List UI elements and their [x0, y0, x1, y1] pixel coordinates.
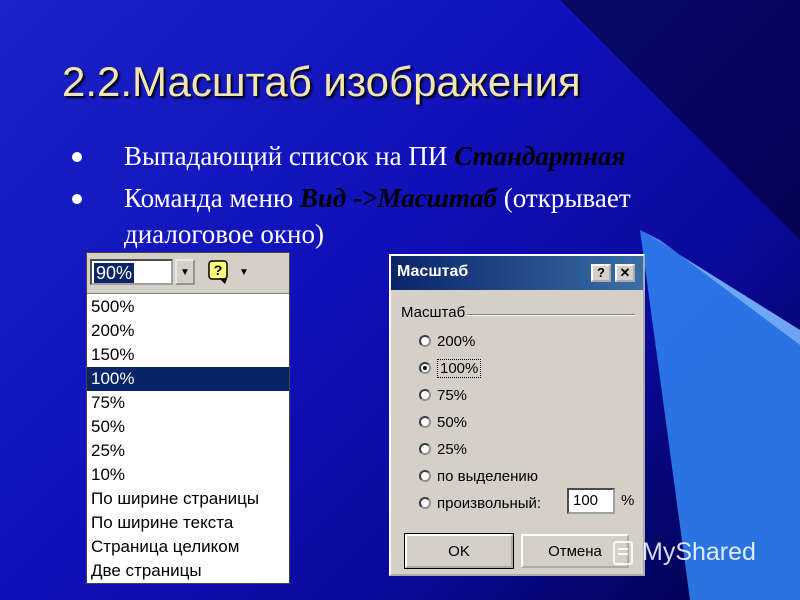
radio-200[interactable]: 200% [419, 330, 475, 352]
help-button[interactable]: ? [203, 257, 235, 287]
svg-text:?: ? [214, 262, 223, 278]
radio-75[interactable]: 75% [419, 384, 467, 406]
radio-label: 200% [437, 332, 476, 350]
bullet-text: Команда меню [124, 183, 300, 213]
watermark-logo-icon [613, 540, 633, 565]
zoom-dropdown-list: 500% 200% 150% 100% 75% 50% 25% 10% По ш… [87, 295, 289, 583]
radio-button-icon [419, 335, 431, 347]
bullet-dot-icon [72, 152, 82, 162]
group-divider [467, 314, 635, 316]
chevron-down-icon[interactable]: ▼ [175, 259, 195, 285]
custom-zoom-input[interactable]: 100 [567, 488, 615, 514]
dialog-titlebar: Масштаб ? ✕ [391, 256, 643, 290]
radio-100[interactable]: 100% [419, 357, 482, 379]
radio-label: по выделению [437, 467, 538, 485]
radio-button-icon [419, 416, 431, 428]
radio-label: произвольный: [437, 494, 542, 512]
radio-label: 50% [437, 413, 468, 431]
radio-button-icon [419, 470, 431, 482]
zoom-option-whole-page[interactable]: Страница целиком [87, 535, 289, 559]
slide-title: 2.2.Масштаб изображения [62, 58, 581, 105]
close-icon[interactable]: ✕ [615, 264, 635, 282]
bullet-dot-icon [72, 194, 82, 204]
radio-25[interactable]: 25% [419, 438, 467, 460]
bullet-item: Выпадающий список на ПИ Стандартная [72, 138, 752, 174]
percent-label: % [621, 492, 635, 509]
watermark-text: MyShared [642, 538, 756, 566]
zoom-option-page-width[interactable]: По ширине страницы [87, 487, 289, 511]
radio-button-checked-icon [419, 362, 431, 374]
bullet-emphasis: Стандартная [454, 141, 626, 171]
zoom-option-50[interactable]: 50% [87, 415, 289, 439]
group-label: Масштаб [401, 304, 466, 321]
radio-custom[interactable]: произвольный: [419, 492, 541, 514]
zoom-option-500[interactable]: 500% [87, 295, 289, 319]
zoom-combo-screenshot: 90% ▼ ? ▼ 500% 200% 150% 100% 75% 50% 25… [86, 252, 290, 584]
bullet-list: Выпадающий список на ПИ Стандартная Кома… [72, 138, 752, 258]
zoom-dialog: Масштаб ? ✕ Масштаб 200% 100% 75% 50% 25… [389, 254, 645, 576]
zoom-option-text-width[interactable]: По ширине текста [87, 511, 289, 535]
toolbar-overflow-icon[interactable]: ▼ [239, 267, 249, 278]
zoom-option-10[interactable]: 10% [87, 463, 289, 487]
bullet-item: Команда меню Вид ->Масштаб (открывает ди… [72, 180, 752, 252]
bullet-emphasis: Вид ->Масштаб [299, 183, 498, 213]
watermark: MyShared [612, 538, 756, 567]
radio-button-icon [419, 443, 431, 455]
zoom-option-75[interactable]: 75% [87, 391, 289, 415]
ok-button[interactable]: OK [404, 533, 514, 569]
radio-50[interactable]: 50% [419, 411, 467, 433]
zoom-option-two-pages[interactable]: Две страницы [87, 559, 289, 583]
bullet-text: Выпадающий список на ПИ [124, 141, 455, 171]
dialog-title: Масштаб [397, 263, 469, 280]
slide: 2.2.Масштаб изображения Выпадающий списо… [0, 0, 800, 600]
zoom-option-25[interactable]: 25% [87, 439, 289, 463]
radio-button-icon [419, 497, 431, 509]
radio-label: 100% [437, 358, 482, 378]
toolbar: 90% ▼ ? ▼ [87, 253, 289, 294]
zoom-option-100[interactable]: 100% [87, 367, 289, 391]
help-button[interactable]: ? [591, 264, 611, 282]
radio-selection[interactable]: по выделению [419, 465, 538, 487]
help-pointer-icon: ? [208, 260, 228, 284]
radio-label: 25% [437, 440, 468, 458]
zoom-option-150[interactable]: 150% [87, 343, 289, 367]
radio-button-icon [419, 389, 431, 401]
zoom-combo-value: 90% [94, 263, 135, 283]
radio-label: 75% [437, 386, 468, 404]
zoom-option-200[interactable]: 200% [87, 319, 289, 343]
zoom-combo-input[interactable]: 90% [90, 259, 173, 285]
